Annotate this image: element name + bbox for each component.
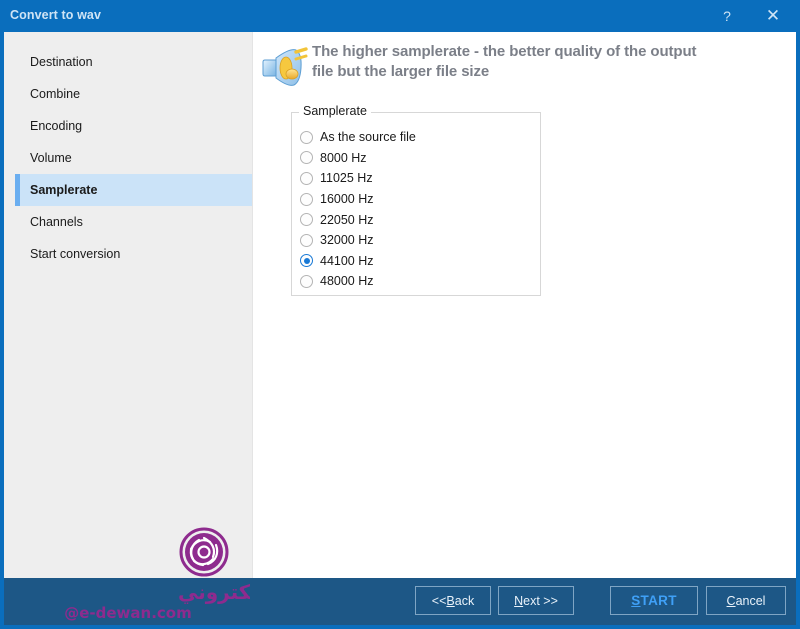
radio-16000hz[interactable]: 16000 Hz	[300, 189, 540, 210]
sidebar-item-samplerate[interactable]: Samplerate	[15, 174, 252, 206]
next-post: ext >>	[523, 593, 558, 608]
watermark-arabic-text: الـديـوان الإلكتروني	[178, 580, 250, 605]
convert-to-wav-window: Convert to wav ? ✕ Destination Combine E…	[0, 0, 800, 629]
footer-button-group: << Back Next >> S TART Cancel	[415, 586, 786, 615]
page-header-text: The higher samplerate - the better quali…	[312, 38, 697, 82]
radio-icon	[300, 151, 313, 165]
samplerate-radio-list: As the source file 8000 Hz 11025 Hz 1600…	[292, 113, 540, 292]
radio-44100hz[interactable]: 44100 Hz	[300, 251, 540, 272]
help-button[interactable]: ?	[706, 0, 748, 32]
sidebar-item-label: Encoding	[30, 119, 83, 133]
back-button[interactable]: << Back	[415, 586, 491, 615]
radio-label: 44100 Hz	[320, 253, 374, 268]
cancel-accel: C	[726, 593, 736, 608]
radio-label: 8000 Hz	[320, 150, 367, 165]
title-bar: Convert to wav ? ✕	[0, 0, 800, 32]
samplerate-groupbox: Samplerate As the source file 8000 Hz 11…	[291, 104, 541, 296]
watermark-banner: الـديـوان الإلكتروني @e-dewan.com	[64, 580, 250, 622]
radio-48000hz[interactable]: 48000 Hz	[300, 271, 540, 292]
radio-22050hz[interactable]: 22050 Hz	[300, 209, 540, 230]
sidebar-item-volume[interactable]: Volume	[4, 142, 252, 174]
samplerate-group-label: Samplerate	[299, 104, 371, 118]
window-body: Destination Combine Encoding Volume Samp…	[4, 32, 796, 625]
radio-as-source-file[interactable]: As the source file	[300, 127, 540, 148]
radio-label: 22050 Hz	[320, 212, 374, 227]
radio-8000hz[interactable]: 8000 Hz	[300, 148, 540, 169]
watermark-site-text: @e-dewan.com	[64, 604, 192, 622]
cancel-post: ancel	[735, 593, 766, 608]
radio-32000hz[interactable]: 32000 Hz	[300, 230, 540, 251]
radio-icon	[300, 171, 313, 185]
radio-icon	[300, 233, 313, 247]
radio-icon	[300, 192, 313, 206]
radio-icon	[300, 130, 313, 144]
sidebar-item-label: Channels	[30, 215, 83, 229]
sidebar-item-encoding[interactable]: Encoding	[4, 110, 252, 142]
sidebar-item-label: Samplerate	[30, 183, 98, 197]
wizard-sidebar: Destination Combine Encoding Volume Samp…	[4, 32, 253, 578]
start-button[interactable]: S TART	[610, 586, 698, 615]
next-accel: N	[514, 593, 524, 608]
close-button[interactable]: ✕	[752, 0, 794, 32]
watermark-logo	[179, 527, 229, 577]
header-line-1: The higher samplerate - the better quali…	[312, 43, 697, 60]
radio-label: 32000 Hz	[320, 233, 374, 248]
radio-icon	[300, 274, 313, 288]
sidebar-item-label: Combine	[30, 87, 81, 101]
header-line-2: file but the larger file size	[312, 62, 490, 80]
sidebar-item-destination[interactable]: Destination	[4, 46, 252, 78]
page-header: The higher samplerate - the better quali…	[260, 38, 780, 92]
speaker-music-note-icon	[262, 47, 308, 86]
next-button[interactable]: Next >>	[498, 586, 574, 615]
sidebar-item-channels[interactable]: Channels	[4, 206, 252, 238]
radio-label: 16000 Hz	[320, 192, 374, 207]
radio-icon-selected	[300, 254, 313, 268]
window-title: Convert to wav	[10, 8, 101, 22]
cancel-button[interactable]: Cancel	[706, 586, 786, 615]
main-content: The higher samplerate - the better quali…	[254, 32, 796, 578]
radio-label: As the source file	[320, 130, 416, 145]
back-accel: B	[446, 593, 455, 608]
sidebar-item-combine[interactable]: Combine	[4, 78, 252, 110]
radio-label: 11025 Hz	[320, 171, 373, 186]
radio-icon	[300, 213, 313, 227]
start-accel: S	[631, 593, 641, 608]
radio-11025hz[interactable]: 11025 Hz	[300, 168, 540, 189]
back-post: ack	[454, 593, 475, 608]
sidebar-item-start-conversion[interactable]: Start conversion	[4, 238, 252, 270]
radio-label: 48000 Hz	[320, 274, 374, 289]
back-pre: <<	[431, 593, 447, 608]
sidebar-item-label: Start conversion	[30, 247, 121, 261]
start-post: TART	[640, 593, 677, 608]
sidebar-item-label: Volume	[30, 151, 72, 165]
sidebar-item-label: Destination	[30, 55, 93, 69]
